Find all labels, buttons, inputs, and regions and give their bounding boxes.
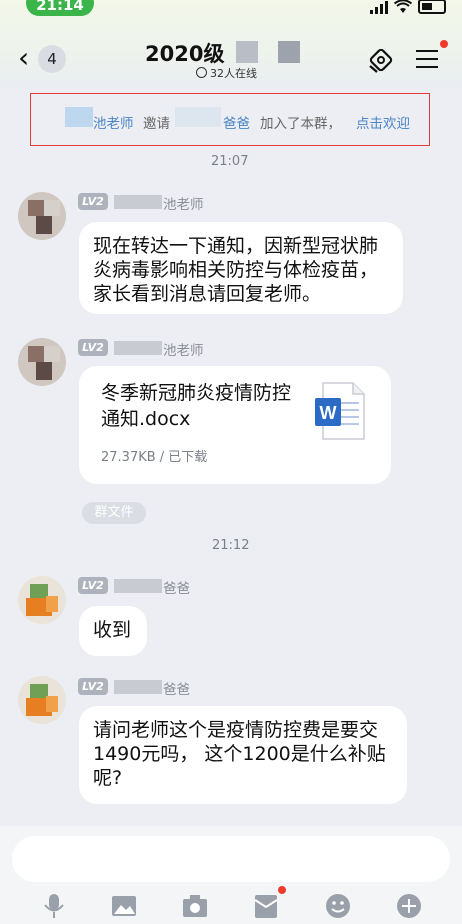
mic-icon[interactable] [40,892,68,920]
level-badge: LV2 [78,339,108,356]
menu-notification-dot [440,40,448,48]
input-bar [0,826,462,924]
invitee-link[interactable]: 爸爸 [223,112,250,132]
wifi-icon [394,0,412,13]
avatar[interactable] [18,676,66,724]
online-count: 32人在线 [196,65,257,81]
emoji-icon[interactable] [324,892,352,920]
back-chevron-icon[interactable]: ‹ [18,44,29,72]
group-file-chip[interactable]: 群文件 [82,502,146,524]
message-input[interactable] [12,836,450,882]
avatar[interactable] [18,192,66,240]
invite-text: 邀请 [143,116,170,132]
word-doc-icon: W [315,382,365,440]
avatar[interactable] [18,576,66,624]
group-tag-icon[interactable] [367,46,395,74]
redacted-title-part [236,41,258,63]
file-message-card[interactable]: 冬季新冠肺炎疫情防控通知.docx 27.37KB / 已下载 W [79,366,391,484]
svg-text:W: W [320,403,337,423]
timestamp: 21:12 [212,538,250,553]
signal-icon [370,1,388,14]
red-packet-notification-dot [278,886,286,894]
inviter-link[interactable]: 池老师 [93,112,134,132]
status-time: 21:14 [26,0,94,16]
welcome-link[interactable]: 点击欢迎 [356,112,410,132]
redacted-sender [114,680,162,694]
unread-count-badge[interactable]: 4 [38,45,66,73]
file-name: 冬季新冠肺炎疫情防控通知.docx [101,382,292,430]
redacted-sender [114,341,162,355]
online-clock-icon [196,67,207,78]
sender-name: 池老师 [163,197,204,213]
join-notice: 池老师 邀请 爸爸 加入了本群， 点击欢迎 [30,93,430,146]
camera-icon[interactable] [181,892,209,920]
sender-name: 爸爸 [163,682,190,698]
battery-icon [418,0,446,14]
group-title: 2020级 [145,42,225,66]
sender-name: 爸爸 [163,581,190,597]
menu-icon[interactable] [416,50,438,68]
file-meta: 27.37KB / 已下载 [101,450,208,465]
redacted-sender [114,195,162,209]
redacted-name [175,107,221,127]
level-badge: LV2 [78,678,108,695]
joined-text: 加入了本群， [260,116,341,132]
redacted-sender [114,579,162,593]
level-badge: LV2 [78,193,108,210]
chat-header: 21:14 ‹ 4 2020级 32人在线 [0,0,462,86]
red-packet-icon[interactable] [252,892,280,920]
avatar[interactable] [18,338,66,386]
image-icon[interactable] [110,892,138,920]
plus-icon[interactable] [395,892,423,920]
sender-name: 池老师 [163,343,204,359]
timestamp: 21:07 [211,154,249,169]
status-icons [370,0,446,14]
redacted-title-part [278,41,300,63]
level-badge: LV2 [78,577,108,594]
message-bubble[interactable]: 现在转达一下通知，因新型冠状肺炎病毒影响相关防控与体检疫苗，家长看到消息请回复老… [79,222,403,314]
message-bubble[interactable]: 请问老师这个是疫情防控费是要交1490元吗， 这个1200是什么补贴呢? [79,706,407,804]
message-bubble[interactable]: 收到 [79,606,147,656]
redacted-name [65,107,93,127]
